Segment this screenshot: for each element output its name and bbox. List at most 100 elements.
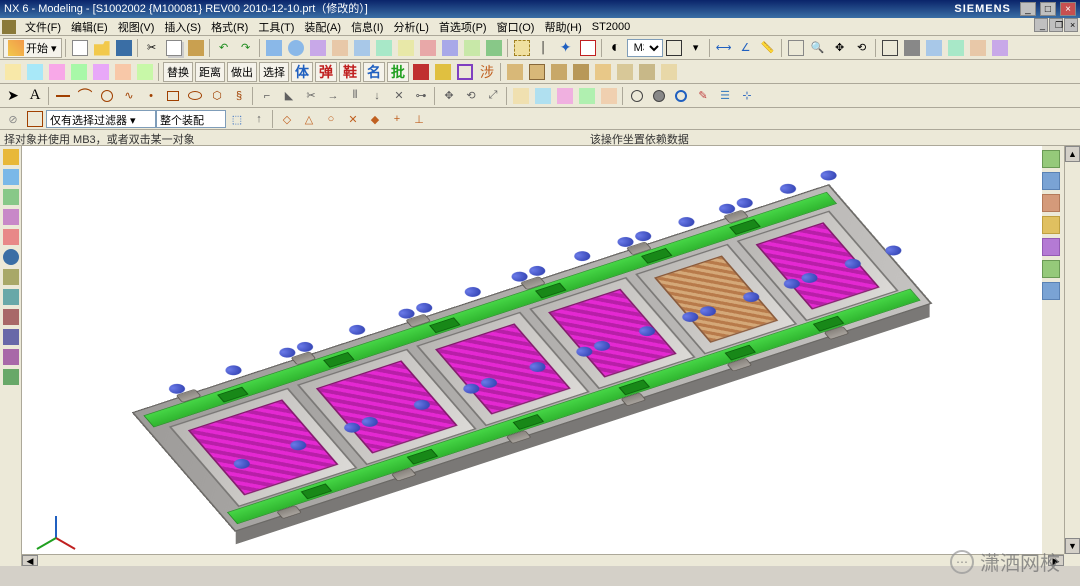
layer-settings-icon[interactable]: ☰	[715, 86, 735, 106]
select-all-icon[interactable]: ⬚	[227, 109, 247, 129]
internet-explorer-icon[interactable]	[2, 248, 20, 266]
layer-combo[interactable]: M3	[627, 39, 663, 57]
process-studio-icon[interactable]	[2, 328, 20, 346]
doc-restore-button[interactable]: ❐	[1049, 18, 1063, 32]
snap-mid-icon[interactable]: △	[299, 109, 319, 129]
datum-csys-icon[interactable]: ✦	[556, 38, 576, 58]
menu-information[interactable]: 信息(I)	[346, 19, 388, 35]
pattern-icon[interactable]	[135, 62, 155, 82]
batch-button[interactable]: 批	[387, 62, 409, 82]
move-curve-icon[interactable]: ✥	[439, 86, 459, 106]
menu-analysis[interactable]: 分析(L)	[388, 19, 433, 35]
fillet-curve-icon[interactable]: ⌐	[257, 86, 277, 106]
assy-mirror-icon[interactable]	[637, 62, 657, 82]
rotate-icon[interactable]: ⟲	[852, 38, 872, 58]
fit-icon[interactable]	[786, 38, 806, 58]
view-top-icon[interactable]	[968, 38, 988, 58]
datum-axis-icon[interactable]: │	[534, 38, 554, 58]
replace-button[interactable]: 替换	[163, 62, 193, 82]
zoom-icon[interactable]: 🔍	[808, 38, 828, 58]
circle-icon[interactable]	[97, 86, 117, 106]
surface-through-curves-icon[interactable]	[533, 86, 553, 106]
name-button[interactable]: 名	[363, 62, 385, 82]
assy-pattern-icon[interactable]	[615, 62, 635, 82]
menu-file[interactable]: 文件(F)	[20, 19, 66, 35]
assy-replace-icon[interactable]	[593, 62, 613, 82]
assy-move-icon[interactable]	[571, 62, 591, 82]
point-icon[interactable]: •	[141, 86, 161, 106]
rotate-curve-icon[interactable]: ⟲	[461, 86, 481, 106]
select-button[interactable]: 选择	[259, 62, 289, 82]
mirror-icon[interactable]	[484, 38, 504, 58]
green2-tool-icon[interactable]	[1042, 260, 1060, 278]
type-filter-combo[interactable]: 仅有选择过滤器 ▾	[46, 110, 156, 128]
doc-close-button[interactable]: ×	[1064, 18, 1078, 32]
sew-icon[interactable]	[69, 62, 89, 82]
assy-constrain-icon[interactable]	[549, 62, 569, 82]
intersect-curve-icon[interactable]: ✕	[389, 86, 409, 106]
assy-explode-icon[interactable]	[659, 62, 679, 82]
menu-st2000[interactable]: ST2000	[587, 21, 636, 33]
edge-blend-icon[interactable]	[374, 38, 394, 58]
measure-icon[interactable]: 📏	[758, 38, 778, 58]
menu-format[interactable]: 格式(R)	[206, 19, 253, 35]
cylinder-icon[interactable]	[286, 38, 306, 58]
revolve-icon[interactable]	[330, 38, 350, 58]
body-button[interactable]: 体	[291, 62, 313, 82]
unite-icon[interactable]	[3, 62, 23, 82]
orange-tool-icon[interactable]	[1042, 194, 1060, 212]
hd3d-icon[interactable]	[2, 228, 20, 246]
visual-reporting-icon[interactable]	[2, 348, 20, 366]
snap-intersect-icon[interactable]: ✕	[343, 109, 363, 129]
graphics-viewport[interactable]	[22, 146, 1042, 554]
menu-insert[interactable]: 插入(S)	[159, 19, 206, 35]
block-icon[interactable]	[264, 38, 284, 58]
open-file-icon[interactable]	[92, 38, 112, 58]
wave-link-icon[interactable]: 涉	[477, 62, 497, 82]
paste-icon[interactable]	[186, 38, 206, 58]
view-right-icon[interactable]	[990, 38, 1010, 58]
chamfer-curve-icon[interactable]: ◣	[279, 86, 299, 106]
project-curve-icon[interactable]: ↓	[367, 86, 387, 106]
ruled-icon[interactable]	[577, 86, 597, 106]
manufacturing-icon[interactable]	[2, 368, 20, 386]
show-hide-icon[interactable]: ◐	[606, 38, 626, 58]
rectangle-select-icon[interactable]	[664, 38, 684, 58]
offset-curve-icon[interactable]: ⦀	[345, 86, 365, 106]
join-curve-icon[interactable]: ⊶	[411, 86, 431, 106]
cursor-icon[interactable]: ➤	[3, 86, 23, 106]
maximize-button[interactable]: □	[1040, 2, 1056, 16]
wcs-icon[interactable]: ⊹	[737, 86, 757, 106]
plane-icon[interactable]	[511, 86, 531, 106]
circle2-icon[interactable]	[649, 86, 669, 106]
red-cube-icon[interactable]	[411, 62, 431, 82]
spring-button[interactable]: 弹	[315, 62, 337, 82]
scope-filter-combo[interactable]: 整个装配	[156, 110, 226, 128]
intersect-icon[interactable]	[47, 62, 67, 82]
sketch-icon[interactable]	[578, 38, 598, 58]
yellow-cube-icon[interactable]	[433, 62, 453, 82]
undo-icon[interactable]: ↶	[214, 38, 234, 58]
filter-within-icon[interactable]	[25, 109, 45, 129]
scale-curve-icon[interactable]: ⤢	[483, 86, 503, 106]
circle1-icon[interactable]	[627, 86, 647, 106]
view-trimetric-icon[interactable]	[924, 38, 944, 58]
reuse-library-icon[interactable]	[2, 208, 20, 226]
purple-tool-icon[interactable]	[1042, 238, 1060, 256]
scroll-down-icon[interactable]: ▼	[1065, 538, 1080, 554]
minimize-button[interactable]: _	[1020, 2, 1036, 16]
text-a-icon[interactable]: A	[25, 86, 45, 106]
hole-icon[interactable]	[352, 38, 372, 58]
menu-assemblies[interactable]: 装配(A)	[299, 19, 346, 35]
system-scenes-icon[interactable]	[2, 288, 20, 306]
scroll-left-icon[interactable]: ◀	[22, 555, 38, 566]
assembly-navigator-icon[interactable]	[2, 168, 20, 186]
no-filter-icon[interactable]: ⊘	[3, 109, 23, 129]
menu-tools[interactable]: 工具(T)	[253, 19, 299, 35]
ellipse-icon[interactable]	[185, 86, 205, 106]
arc-icon[interactable]: ⌒	[75, 86, 95, 106]
snap-point-icon[interactable]: +	[387, 109, 407, 129]
blue2-tool-icon[interactable]	[1042, 282, 1060, 300]
measure-distance-icon[interactable]: ⟷	[714, 38, 734, 58]
doc-minimize-button[interactable]: _	[1034, 18, 1048, 32]
